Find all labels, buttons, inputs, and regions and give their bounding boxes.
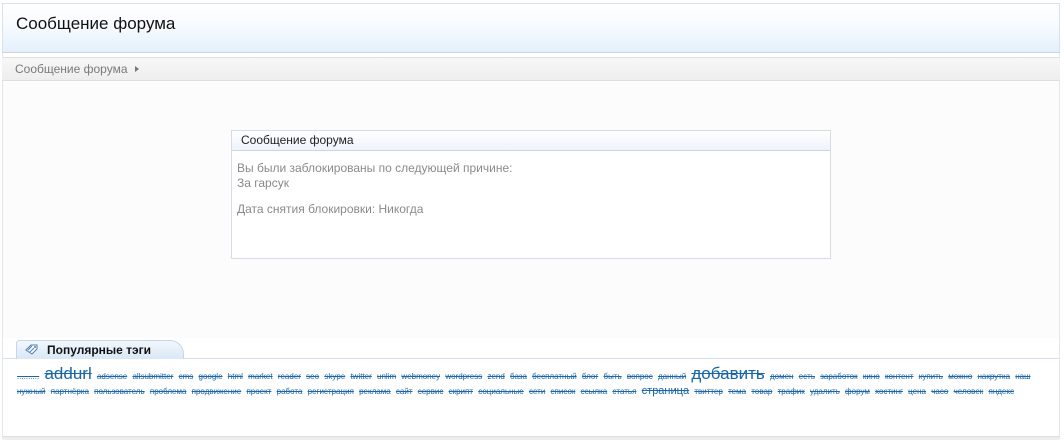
tag-link[interactable]: проект <box>246 387 271 396</box>
tag-link[interactable]: контент <box>885 372 914 381</box>
tag-link[interactable]: есть <box>799 372 815 381</box>
tag-link[interactable]: статья <box>612 387 636 396</box>
tag-link[interactable]: социальные <box>478 387 524 396</box>
tag-link[interactable]: реклама <box>359 387 391 396</box>
tag-link[interactable]: человек <box>954 387 984 396</box>
tag-link[interactable]: продвижение <box>192 387 242 396</box>
tag-link[interactable]: zend <box>487 372 504 381</box>
ban-expiry: Дата снятия блокировки: Никогда <box>237 202 424 216</box>
tag-link[interactable]: пользователь <box>94 387 145 396</box>
message-panel-title: Сообщение форума <box>232 131 830 151</box>
page-header: Сообщение форума <box>2 3 1060 53</box>
tag-link[interactable]: партнёрка <box>51 387 89 396</box>
tag-link[interactable]: домен <box>770 372 793 381</box>
tag-link[interactable]: twitter <box>350 372 371 381</box>
tag-link[interactable]: блог <box>582 372 598 381</box>
tag-link[interactable]: unlim <box>377 372 396 381</box>
forum-message-page: Сообщение форума Сообщение форума Сообще… <box>0 0 1064 442</box>
breadcrumb-item[interactable]: Сообщение форума <box>15 62 139 76</box>
tag-link[interactable]: webmoney <box>401 372 440 381</box>
tag-link[interactable]: купить <box>919 372 943 381</box>
tag-link[interactable]: удалить <box>810 387 840 396</box>
tag-link[interactable]: market <box>248 372 272 381</box>
tag-link[interactable]: сервис <box>418 387 444 396</box>
tag-link[interactable]: сети <box>529 387 545 396</box>
tag-link[interactable]: cms <box>179 372 194 381</box>
tag-link[interactable]: заработок <box>820 372 857 381</box>
breadcrumb-item-label[interactable]: Сообщение форума <box>15 62 128 76</box>
message-panel: Сообщение форума Вы были заблокированы п… <box>231 130 831 259</box>
tag-link[interactable]: регистрация <box>308 387 354 396</box>
tag-link[interactable]: твиттер <box>694 387 723 396</box>
tag-link[interactable]: reader <box>278 372 301 381</box>
tag-cloud: .......... addurl adsense allsubmitter c… <box>17 364 1047 399</box>
tag-link[interactable]: страница <box>642 385 689 397</box>
tag-link[interactable]: seo <box>306 372 319 381</box>
tag-link[interactable]: бесплатный <box>532 372 577 381</box>
tag-link[interactable]: яндекс <box>989 387 1014 396</box>
tag-link[interactable]: трафик <box>778 387 805 396</box>
tag-link[interactable]: wordpress <box>445 372 482 381</box>
tag-link[interactable]: скрипт <box>449 387 473 396</box>
popular-tags-title: Популярные тэги <box>47 343 152 357</box>
message-panel-body: Вы были заблокированы по следующей причи… <box>232 151 830 217</box>
tag-link[interactable]: хостинг <box>875 387 903 396</box>
tag-link[interactable]: проблема <box>150 387 187 396</box>
tag-icon <box>25 344 38 355</box>
popular-tags-header: Популярные тэги <box>16 340 184 359</box>
tag-link[interactable]: .......... <box>17 372 39 381</box>
tag-link[interactable]: html <box>228 372 243 381</box>
tag-link[interactable]: товар <box>751 387 772 396</box>
tag-link[interactable]: ссылка <box>581 387 608 396</box>
tag-link[interactable]: быть <box>604 372 622 381</box>
ban-reason: За гарсук <box>237 176 289 190</box>
tag-link[interactable]: сайт <box>396 387 413 396</box>
tag-link[interactable]: добавить <box>691 364 764 383</box>
tag-link[interactable]: addurl <box>44 364 91 383</box>
tag-link[interactable]: работа <box>277 387 303 396</box>
breadcrumb: Сообщение форума <box>2 57 1060 81</box>
tag-link[interactable]: накрутка <box>978 372 1011 381</box>
tag-link[interactable]: adsense <box>97 372 127 381</box>
ban-reason-intro: Вы были заблокированы по следующей причи… <box>237 161 513 175</box>
tag-link[interactable]: часо <box>931 387 948 396</box>
tag-link[interactable]: allsubmitter <box>132 372 173 381</box>
tag-link[interactable]: вопрос <box>627 372 653 381</box>
tag-link[interactable]: база <box>510 372 527 381</box>
page-title: Сообщение форума <box>16 14 176 33</box>
tag-link[interactable]: наш <box>1015 372 1030 381</box>
tag-link[interactable]: список <box>551 387 576 396</box>
tag-link[interactable]: форум <box>845 387 870 396</box>
tag-link[interactable]: тема <box>728 387 746 396</box>
tag-link[interactable]: данный <box>658 372 686 381</box>
tag-link[interactable]: google <box>199 372 223 381</box>
chevron-right-icon <box>134 66 139 72</box>
footer-divider <box>3 436 1059 440</box>
tag-link[interactable]: нужный <box>17 387 46 396</box>
tag-link[interactable]: кино <box>863 372 880 381</box>
tag-link[interactable]: skype <box>324 372 345 381</box>
tag-link[interactable]: можно <box>948 372 972 381</box>
tag-link[interactable]: цена <box>908 387 926 396</box>
